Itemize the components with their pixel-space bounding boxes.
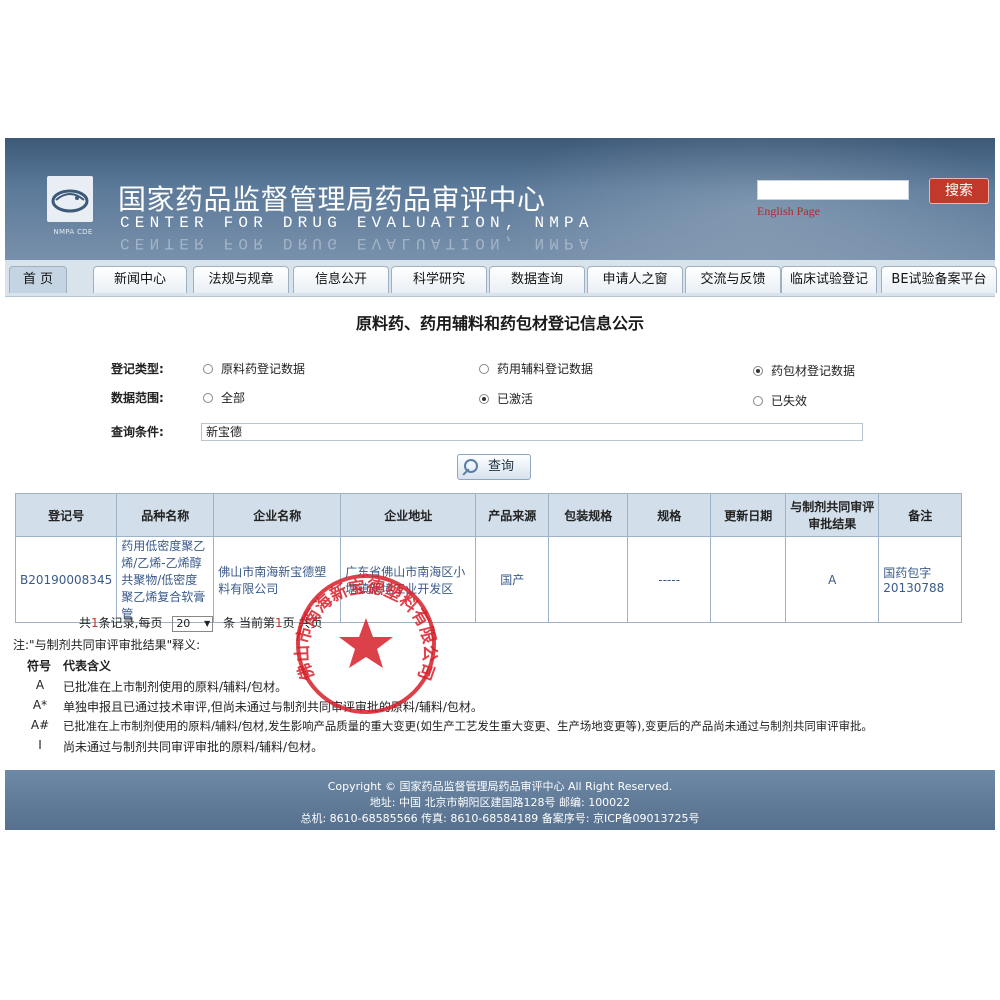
cell-update-date <box>710 536 787 623</box>
page-title: 原料药、药用辅料和药包材登记信息公示 <box>355 314 644 333</box>
note-text: 已批准在上市制剂使用的原料/辅料/包材。 <box>63 680 288 694</box>
nav-tab-regulations[interactable]: 法规与规章 <box>193 266 289 293</box>
nav-tab-feedback[interactable]: 交流与反馈 <box>685 266 781 293</box>
nav-tab-be-platform[interactable]: BE试验备案平台 <box>881 266 997 293</box>
site-logo[interactable]: NMPA CDE <box>41 176 101 240</box>
col-header-source: 产品来源 <box>475 493 550 537</box>
radio-scope-expired[interactable]: 已失效 <box>753 392 807 409</box>
radio-dot[interactable] <box>203 392 213 403</box>
col-header-package-spec: 包装规格 <box>548 493 629 537</box>
col-header-spec: 规格 <box>627 493 712 537</box>
cell-package-spec <box>548 536 629 623</box>
logo-emblem <box>47 176 93 222</box>
radio-dot-selected[interactable] <box>479 393 489 404</box>
nav-tab-info[interactable]: 信息公开 <box>293 266 389 293</box>
col-header-product-name: 品种名称 <box>116 493 215 537</box>
note-symbol: A <box>35 678 45 692</box>
header-banner: NMPA CDE 国家药品监督管理局药品审评中心 CENTER FOR DRUG… <box>5 138 995 260</box>
footer-contact: 总机: 8610-68585566 传真: 8610-68584189 备案序号… <box>300 812 700 825</box>
radio-packaging-data[interactable]: 药包材登记数据 <box>753 362 855 379</box>
search-button[interactable]: 搜索 <box>929 178 989 204</box>
star-icon <box>339 618 393 668</box>
footer-copyright: Copyright © 国家药品监督管理局药品审评中心 All Right Re… <box>327 780 673 793</box>
english-page-link[interactable]: English Page <box>757 204 820 219</box>
col-header-update-date: 更新日期 <box>710 493 787 537</box>
radio-dot[interactable] <box>753 395 763 406</box>
scope-label: 数据范围: <box>111 391 164 405</box>
page-sheet: NMPA CDE 国家药品监督管理局药品审评中心 CENTER FOR DRUG… <box>5 138 997 830</box>
col-header-review-result: 与制剂共同审评审批结果 <box>785 493 880 537</box>
site-title-reflection: CENTER FOR DRUG EVALUATION, NMPA <box>120 234 594 252</box>
radio-excipient-data[interactable]: 药用辅料登记数据 <box>479 360 593 377</box>
query-button[interactable]: 查询 <box>457 454 531 480</box>
cell-spec: ----- <box>627 536 712 623</box>
cell-source: 国产 <box>475 536 550 623</box>
cell-reg-no[interactable]: B20190008345 <box>14 536 118 623</box>
chevron-down-icon: ▼ <box>204 618 211 628</box>
radio-dot-selected[interactable] <box>753 365 763 376</box>
site-title-en: CENTER FOR DRUG EVALUATION, NMPA <box>120 214 594 232</box>
radio-scope-all[interactable]: 全部 <box>203 389 245 406</box>
record-count: 1 <box>91 616 99 630</box>
nav-tab-research[interactable]: 科学研究 <box>391 266 487 293</box>
site-title-cn: 国家药品监督管理局药品审评中心 <box>118 183 546 216</box>
notes-intro: 注:"与制剂共同审评审批结果"释义: <box>13 638 201 652</box>
col-header-reg-no: 登记号 <box>14 493 118 537</box>
nav-tab-data-query[interactable]: 数据查询 <box>489 266 585 293</box>
nav-tab-home[interactable]: 首 页 <box>9 266 67 293</box>
notes-col-symbol: 符号 <box>27 659 52 673</box>
query-input[interactable]: 新宝德 <box>201 423 863 441</box>
cell-remark: 国药包字20130788 <box>878 536 963 623</box>
note-text: 已批准在上市制剂使用的原料/辅料/包材,发生影响产品质量的重大变更(如生产工艺发… <box>63 719 873 733</box>
company-seal: 佛山市南海新宝德塑料有限公司 <box>292 574 439 714</box>
query-button-label: 查询 <box>488 459 515 474</box>
type-label: 登记类型: <box>111 362 164 376</box>
nav-tab-news[interactable]: 新闻中心 <box>93 266 187 293</box>
cell-review-result: A <box>785 536 880 623</box>
radio-dot[interactable] <box>203 363 213 374</box>
col-header-company: 企业名称 <box>213 493 342 537</box>
note-symbol: A# <box>30 718 50 732</box>
radio-scope-active[interactable]: 已激活 <box>479 390 533 407</box>
col-header-address: 企业地址 <box>340 493 477 537</box>
results-table: 登记号 品种名称 企业名称 企业地址 产品来源 包装规格 规格 更新日期 与制剂… <box>14 493 963 623</box>
site-search-input[interactable] <box>757 180 909 200</box>
pagination: 共1条记录,每页 20 ▼ 条 当前第1页 共页 <box>79 615 323 632</box>
logo-caption: NMPA CDE <box>53 228 93 236</box>
notes-col-meaning: 代表含义 <box>63 659 112 673</box>
footer-address: 地址: 中国 北京市朝阳区建国路128号 邮编: 100022 <box>369 796 631 809</box>
nav-tab-applicant[interactable]: 申请人之窗 <box>587 266 683 293</box>
radio-dot[interactable] <box>479 363 489 374</box>
radio-api-data[interactable]: 原料药登记数据 <box>203 360 305 377</box>
table-row[interactable]: B20190008345 药用低密度聚乙烯/乙烯-乙烯醇共聚物/低密度聚乙烯复合… <box>14 536 963 623</box>
query-label: 查询条件: <box>111 425 164 439</box>
col-header-remark: 备注 <box>878 493 963 537</box>
main-nav: 首 页 新闻中心 法规与规章 信息公开 科学研究 数据查询 申请人之窗 交流与反… <box>5 260 997 297</box>
note-symbol: A* <box>32 698 48 712</box>
cell-product-name: 药用低密度聚乙烯/乙烯-乙烯醇共聚物/低密度聚乙烯复合软膏管 <box>116 536 215 623</box>
page-footer: Copyright © 国家药品监督管理局药品审评中心 All Right Re… <box>5 770 995 830</box>
current-page: 1 <box>274 616 283 630</box>
nav-tab-clinical-trial[interactable]: 临床试验登记 <box>781 266 877 293</box>
page-size-select[interactable]: 20 ▼ <box>172 615 214 632</box>
table-header-row: 登记号 品种名称 企业名称 企业地址 产品来源 包装规格 规格 更新日期 与制剂… <box>14 493 963 537</box>
note-text: 尚未通过与制剂共同审评审批的原料/辅料/包材。 <box>63 740 324 754</box>
note-symbol: I <box>38 738 42 752</box>
